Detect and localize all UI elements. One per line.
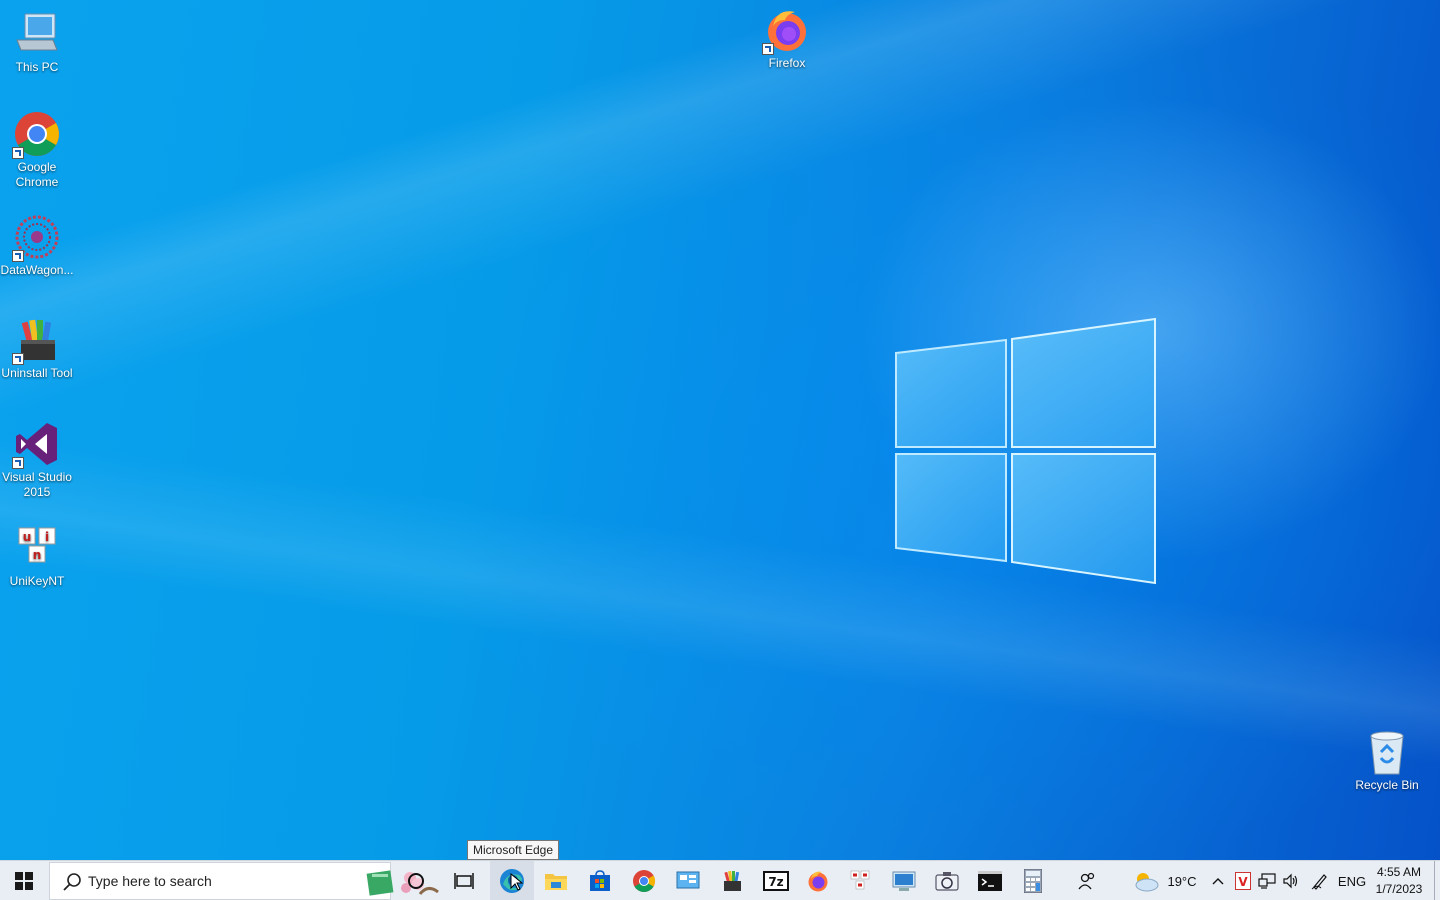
svg-text:7z: 7z [768, 875, 783, 889]
show-desktop-button[interactable] [1434, 861, 1440, 900]
shortcut-arrow-icon [12, 147, 24, 159]
desktop-icon-this-pc[interactable]: This PC [0, 10, 74, 75]
datawagon-icon [12, 213, 61, 262]
search-icon [63, 873, 81, 891]
taskbar-search-box[interactable]: Type here to search [49, 862, 439, 900]
desktop-icon-label: Visual Studio 2015 [2, 470, 72, 499]
tray-pen-workspace[interactable] [1308, 861, 1332, 900]
tray-network[interactable] [1256, 861, 1278, 900]
taskbar-app-camera[interactable] [925, 861, 969, 900]
desktop-icon-label: DataWagon... [0, 263, 74, 277]
search-placeholder: Type here to search [88, 873, 212, 889]
light-beam [0, 0, 1440, 860]
show-hidden-icons-button[interactable] [1208, 861, 1228, 900]
desktop-icon-label: Recycle Bin [1355, 778, 1419, 792]
file-explorer-icon [545, 874, 567, 890]
task-view-icon [454, 873, 474, 889]
people-icon [1078, 872, 1095, 890]
taskbar-app-unikey[interactable] [838, 861, 882, 900]
taskbar-app-terminal[interactable] [968, 861, 1012, 900]
computer-icon [13, 10, 61, 58]
input-language-button[interactable]: ENG [1334, 861, 1370, 900]
control-panel-icon [676, 871, 700, 889]
calculator-icon [1024, 869, 1042, 893]
network-icon [1258, 873, 1276, 889]
svg-text:i: i [45, 530, 49, 544]
desktop-icon-label: UniKeyNT [9, 574, 65, 588]
taskbar-app-control-panel[interactable] [666, 861, 710, 900]
unikey-icon: u i n [13, 524, 61, 572]
shortcut-arrow-icon [12, 457, 24, 469]
remote-desktop-icon [892, 871, 916, 891]
taskbar-app-uninstall-tool[interactable] [710, 861, 754, 900]
weather-widget[interactable]: 19°C [1128, 861, 1200, 900]
taskbar-app-calculator[interactable] [1011, 861, 1055, 900]
desktop-icon-google-chrome[interactable]: Google Chrome [0, 110, 74, 190]
mouse-cursor-icon [510, 873, 524, 891]
cortana-button[interactable] [394, 861, 438, 900]
camera-icon [935, 872, 959, 891]
people-button[interactable] [1070, 861, 1104, 900]
task-view-button[interactable] [442, 861, 486, 900]
taskbar-app-chrome[interactable] [622, 861, 666, 900]
7zip-icon: 7z [763, 871, 789, 891]
visual-studio-icon [12, 420, 61, 469]
chrome-icon [633, 870, 655, 892]
desktop-icon-recycle-bin[interactable]: Recycle Bin [1350, 728, 1424, 793]
shortcut-arrow-icon [762, 43, 774, 55]
taskbar-app-store[interactable] [578, 861, 622, 900]
input-language: ENG [1337, 873, 1367, 889]
clock-time: 4:55 AM [1376, 865, 1422, 879]
desktop-icon-label: This PC [15, 60, 59, 74]
tray-volume[interactable] [1280, 861, 1302, 900]
start-button[interactable] [0, 861, 48, 900]
shortcut-arrow-icon [12, 353, 24, 365]
pen-icon [1311, 874, 1327, 890]
unikey-v-icon: V [1235, 872, 1251, 890]
taskbar-app-remote-desktop[interactable] [882, 861, 926, 900]
recycle-bin-icon [1363, 728, 1411, 776]
store-icon [590, 870, 610, 891]
taskbar-app-firefox[interactable] [796, 861, 840, 900]
desktop[interactable]: This PC Google Chrome DataWagon... Unins… [0, 0, 1440, 860]
desktop-icon-datawagon[interactable]: DataWagon... [0, 213, 74, 278]
firefox-icon [762, 6, 811, 55]
desktop-icon-uninstall-tool[interactable]: Uninstall Tool [0, 316, 74, 381]
desktop-icon-label: Google Chrome [15, 160, 59, 189]
svg-text:n: n [33, 548, 42, 562]
weather-temperature: 19°C [1167, 873, 1197, 889]
desktop-icon-unikeynt[interactable]: u i n UniKeyNT [0, 524, 74, 589]
weather-cloudy-icon [1135, 873, 1159, 892]
taskbar-app-file-explorer[interactable] [534, 861, 578, 900]
terminal-icon [978, 871, 1002, 891]
tooltip: Microsoft Edge [467, 840, 560, 860]
desktop-icon-visual-studio[interactable]: Visual Studio 2015 [0, 420, 74, 500]
svg-text:u: u [23, 530, 32, 544]
uninstall-tool-icon [12, 316, 61, 365]
clock-date: 1/7/2023 [1375, 882, 1423, 896]
windows-logo-wallpaper [895, 317, 1156, 585]
taskbar-app-edge[interactable] [490, 861, 534, 900]
taskbar-app-7zip[interactable]: 7z [754, 861, 798, 900]
desktop-icon-label: Firefox [768, 56, 806, 70]
firefox-icon [808, 871, 828, 892]
taskbar-clock[interactable]: 4:55 AM 1/7/2023 [1366, 861, 1432, 900]
chevron-up-icon [1212, 878, 1224, 885]
shortcut-arrow-icon [12, 250, 24, 262]
uninstall-tool-icon [724, 870, 741, 891]
cortana-icon [408, 873, 424, 889]
windows-start-icon [15, 872, 33, 890]
light-beam [0, 0, 1440, 860]
chrome-icon [12, 110, 61, 159]
taskbar: Type here to search 7z 19°C V ENG 4:55 A… [0, 860, 1440, 900]
svg-text:V: V [1238, 875, 1248, 889]
desktop-icon-label: Uninstall Tool [1, 366, 73, 380]
desktop-icon-firefox[interactable]: Firefox [750, 6, 824, 71]
tray-vietkey[interactable]: V [1232, 861, 1254, 900]
unikey-icon [850, 870, 870, 890]
volume-icon [1283, 873, 1298, 889]
